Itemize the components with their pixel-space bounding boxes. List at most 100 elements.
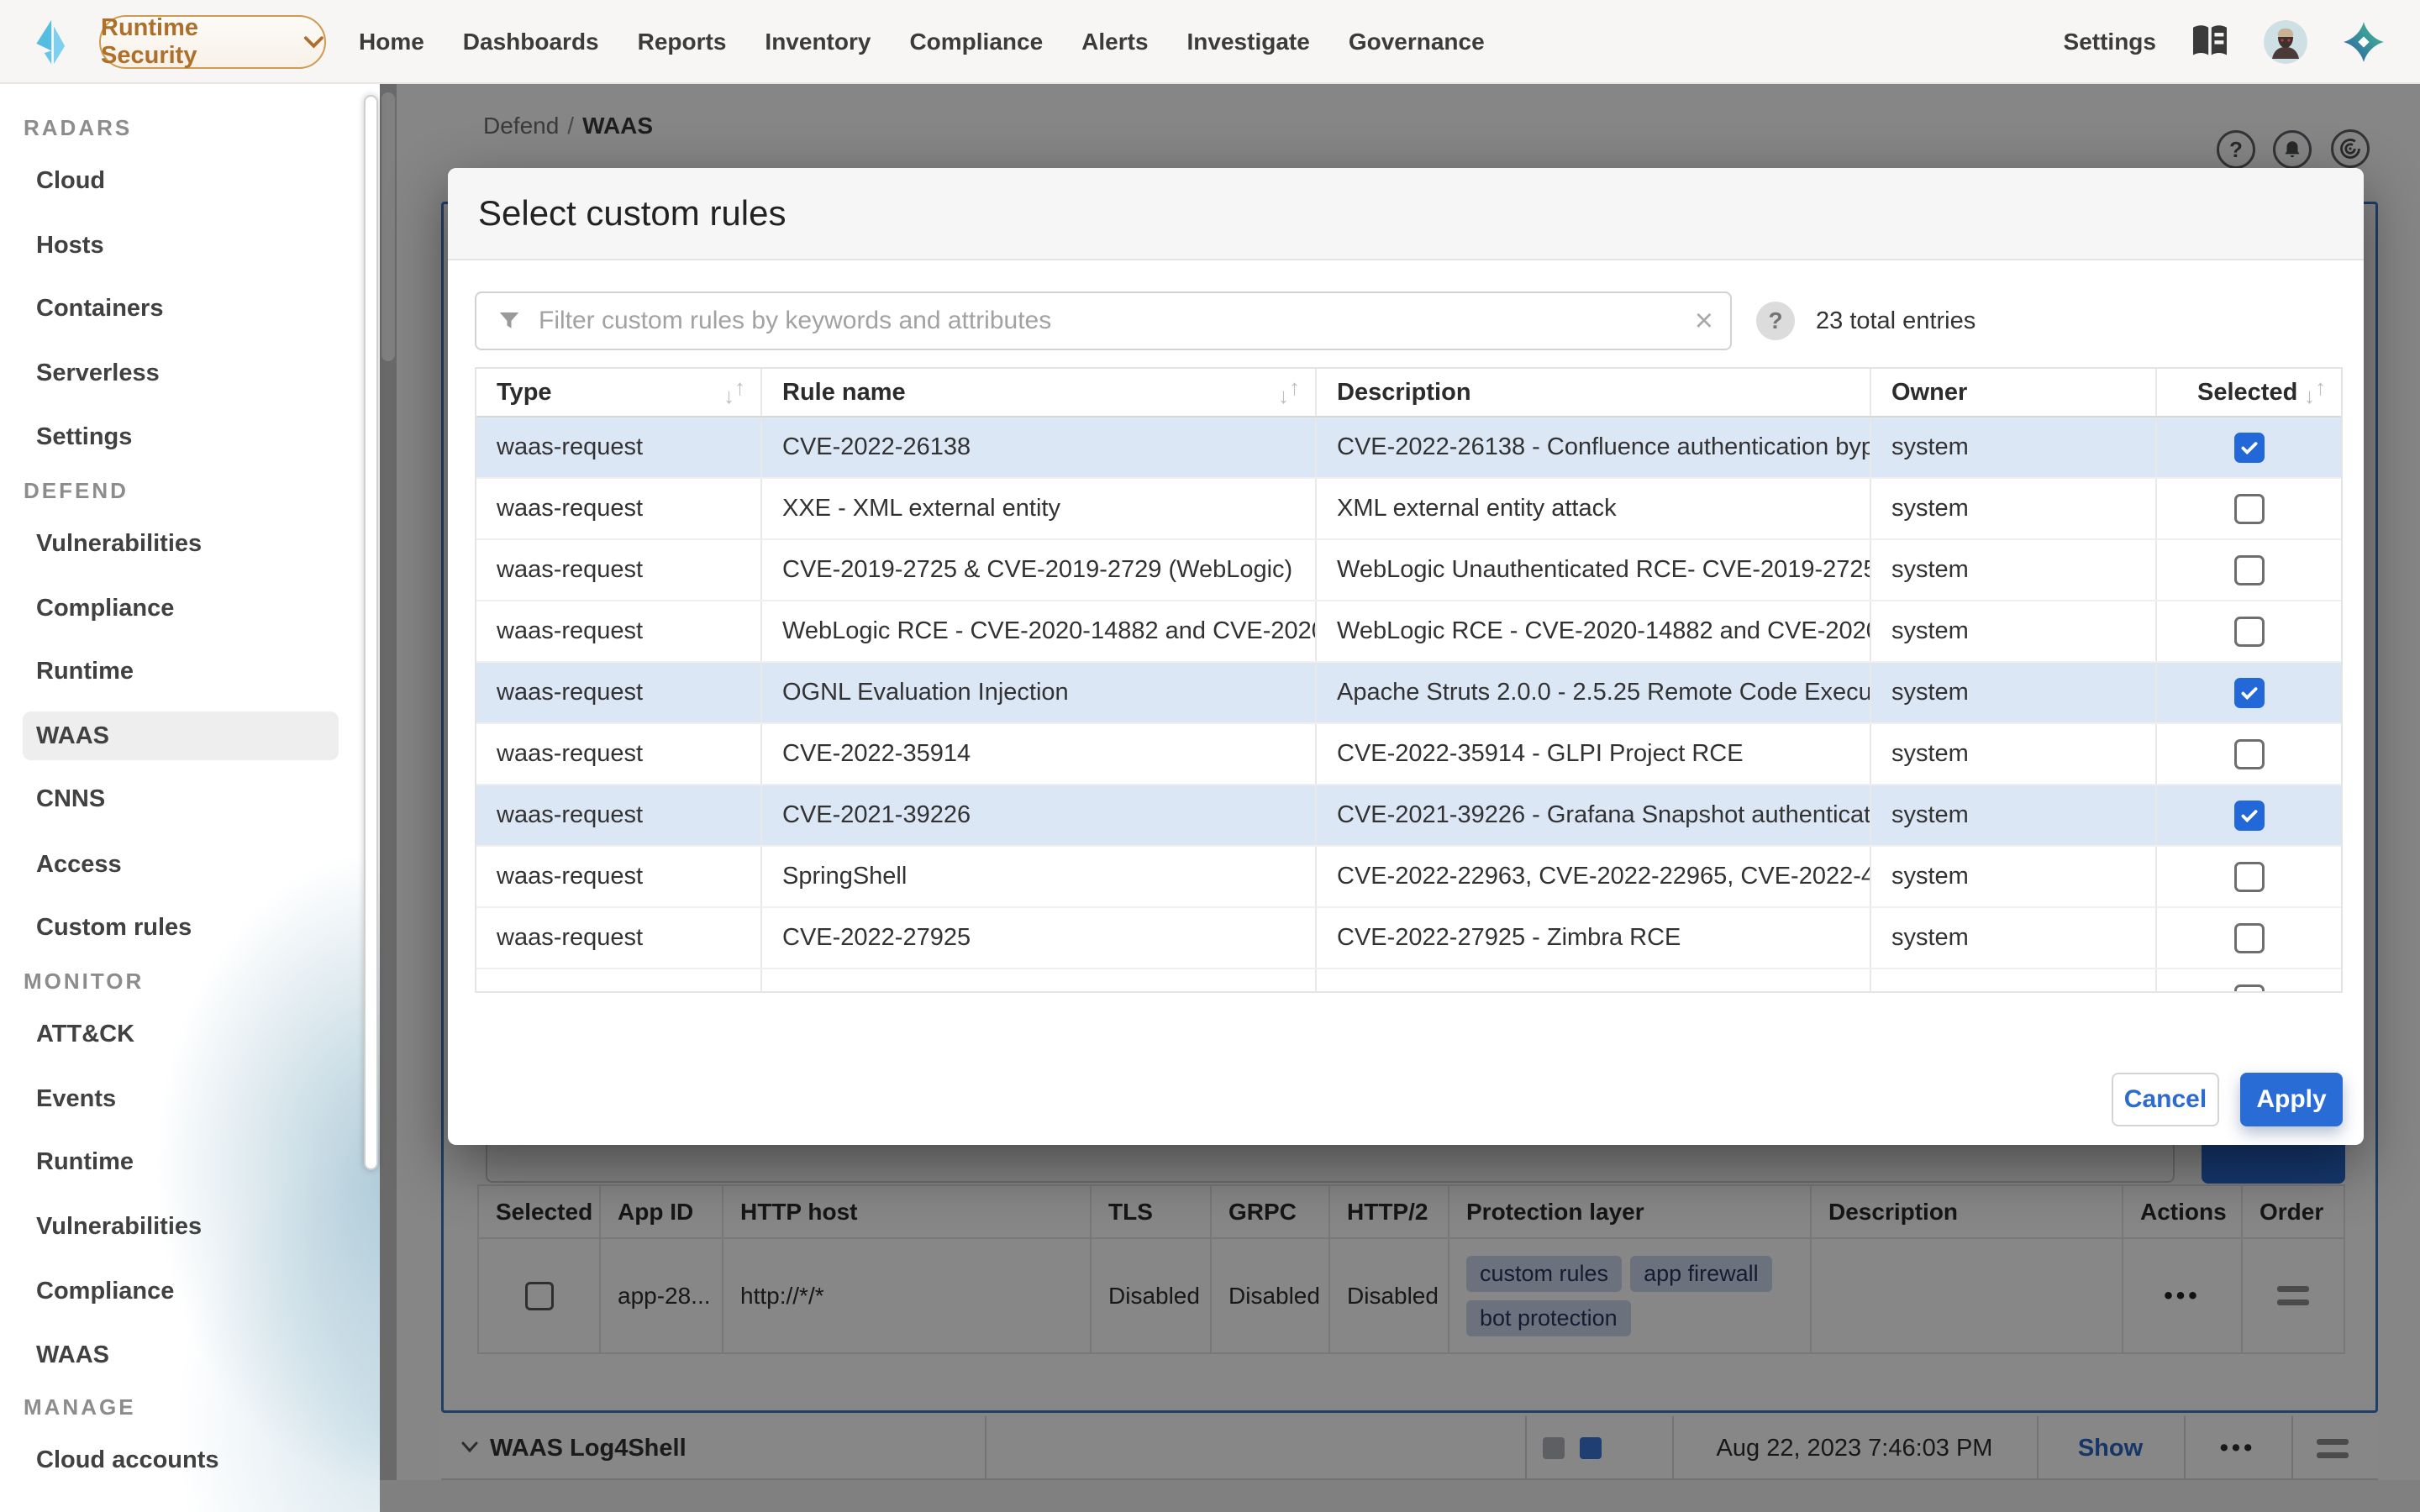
- nav-alerts[interactable]: Alerts: [1081, 29, 1148, 55]
- collapsed-row-drag-handle-icon[interactable]: [2317, 1439, 2349, 1458]
- apps-col-http2[interactable]: HTTP/2: [1330, 1186, 1449, 1237]
- rule-checkbox-checked[interactable]: [2234, 433, 2265, 463]
- sidebar-item-access[interactable]: Access: [36, 840, 122, 889]
- apps-col-http-host[interactable]: HTTP host: [723, 1186, 1092, 1237]
- rule-checkbox-unchecked[interactable]: [2234, 923, 2265, 953]
- sidebar-item-containers[interactable]: Containers: [36, 284, 163, 333]
- app-row-checkbox[interactable]: [525, 1282, 554, 1310]
- rules-filter-input[interactable]: [539, 307, 1678, 335]
- rule-checkbox-unchecked[interactable]: [2234, 555, 2265, 585]
- apps-col-selected[interactable]: Selected: [479, 1186, 601, 1237]
- apps-col-tls[interactable]: TLS: [1092, 1186, 1212, 1237]
- rule-checkbox-unchecked[interactable]: [2234, 984, 2265, 994]
- sidebar-item-cloud[interactable]: Cloud: [36, 156, 105, 205]
- rule-owner: system: [1871, 601, 2157, 661]
- nav-reports[interactable]: Reports: [638, 29, 727, 55]
- chip-app-firewall: app firewall: [1630, 1256, 1772, 1292]
- settings-link[interactable]: Settings: [2064, 29, 2156, 55]
- rules-filter-field[interactable]: ×: [475, 291, 1732, 350]
- sidebar-item-cnns[interactable]: CNNS: [36, 774, 105, 823]
- chip-bot-protection: bot protection: [1466, 1300, 1631, 1336]
- user-avatar[interactable]: [2264, 20, 2307, 64]
- content-scrollbar-track[interactable]: [380, 84, 397, 1512]
- sidebar-item-waas-active[interactable]: WAAS: [23, 711, 339, 760]
- rule-row[interactable]: waas-request CVE-2022-26138 CVE-2022-261…: [476, 417, 2341, 479]
- sort-icon[interactable]: ↓↑: [2304, 380, 2326, 406]
- col-rule-name[interactable]: Rule name ↓↑: [762, 369, 1317, 416]
- nav-inventory[interactable]: Inventory: [765, 29, 871, 55]
- sidebar-section-defend: DEFEND: [24, 474, 129, 507]
- sidebar-item-monitor-compliance[interactable]: Compliance: [36, 1267, 174, 1315]
- sort-icon[interactable]: ↓↑: [1278, 380, 1300, 406]
- rule-row[interactable]: waas-request WebLogic RCE - CVE-2020-148…: [476, 601, 2341, 663]
- row-drag-handle-icon[interactable]: [2277, 1286, 2309, 1305]
- rule-row[interactable]: waas-request OGNL Evaluation Injection A…: [476, 663, 2341, 724]
- sidebar-item-runtime[interactable]: Runtime: [36, 647, 134, 696]
- rule-row[interactable]: waas-request CVE-2022-27925 CVE-2022-279…: [476, 908, 2341, 969]
- sidebar-scrollbar-thumb[interactable]: [364, 95, 378, 1170]
- sidebar-item-serverless[interactable]: Serverless: [36, 349, 160, 397]
- sidebar-item-compliance[interactable]: Compliance: [36, 584, 174, 633]
- prisma-cloud-logo-icon[interactable]: [2343, 21, 2385, 63]
- apps-col-actions: Actions: [2123, 1186, 2243, 1237]
- rule-row[interactable]: waas-request CVE-2021-39226 CVE-2021-392…: [476, 785, 2341, 847]
- sidebar-item-monitor-waas[interactable]: WAAS: [36, 1331, 109, 1379]
- sidebar-item-settings[interactable]: Settings: [36, 412, 132, 461]
- rule-row-partial[interactable]: [476, 969, 2341, 993]
- apps-col-protection-layer[interactable]: Protection layer: [1449, 1186, 1812, 1237]
- sidebar-item-hosts[interactable]: Hosts: [36, 221, 104, 270]
- apps-col-description[interactable]: Description: [1812, 1186, 2123, 1237]
- sidebar-item-events[interactable]: Events: [36, 1074, 116, 1123]
- clear-filter-icon[interactable]: ×: [1678, 303, 1730, 339]
- row-actions-menu-icon[interactable]: •••: [2164, 1282, 2201, 1310]
- chip-custom-rules: custom rules: [1466, 1256, 1622, 1292]
- tls-cell: Disabled: [1092, 1239, 1212, 1352]
- radar-target-icon[interactable]: [2331, 129, 2370, 168]
- sort-icon[interactable]: ↓↑: [723, 380, 745, 406]
- apps-col-app-id[interactable]: App ID: [601, 1186, 723, 1237]
- nav-governance[interactable]: Governance: [1349, 29, 1485, 55]
- expand-chevron-icon[interactable]: [460, 1440, 480, 1455]
- sidebar-item-vulnerabilities[interactable]: Vulnerabilities: [36, 519, 202, 568]
- col-description[interactable]: Description: [1317, 369, 1871, 416]
- sidebar-item-monitor-vulnerabilities[interactable]: Vulnerabilities: [36, 1202, 202, 1251]
- sidebar-item-custom-rules[interactable]: Custom rules: [36, 903, 192, 952]
- filter-help-icon[interactable]: ?: [1756, 302, 1795, 340]
- rule-checkbox-unchecked[interactable]: [2234, 862, 2265, 892]
- apply-button[interactable]: Apply: [2240, 1073, 2343, 1126]
- col-owner[interactable]: Owner: [1871, 369, 2157, 416]
- rule-checkbox-unchecked[interactable]: [2234, 739, 2265, 769]
- apps-filter-input[interactable]: [486, 1141, 2175, 1183]
- rule-row[interactable]: waas-request CVE-2022-35914 CVE-2022-359…: [476, 724, 2341, 785]
- nav-investigate[interactable]: Investigate: [1187, 29, 1310, 55]
- documentation-book-icon[interactable]: [2191, 25, 2228, 59]
- rule-checkbox-checked[interactable]: [2234, 801, 2265, 831]
- app-description-cell: [1812, 1239, 2123, 1352]
- col-selected[interactable]: Selected ↓↑: [2157, 369, 2341, 416]
- sidebar-item-monitor-runtime[interactable]: Runtime: [36, 1137, 134, 1186]
- sidebar-item-cloud-accounts[interactable]: Cloud accounts: [36, 1436, 219, 1484]
- nav-compliance[interactable]: Compliance: [909, 29, 1043, 55]
- rule-row[interactable]: waas-request XXE - XML external entity X…: [476, 479, 2341, 540]
- nav-dashboards[interactable]: Dashboards: [463, 29, 599, 55]
- rule-checkbox-unchecked[interactable]: [2234, 494, 2265, 524]
- rule-modified-date: Aug 22, 2023 7:46:03 PM: [1672, 1416, 2037, 1480]
- product-switcher[interactable]: Runtime Security: [99, 15, 326, 69]
- nav-home[interactable]: Home: [359, 29, 424, 55]
- collapsed-row-actions-icon[interactable]: •••: [2184, 1416, 2291, 1480]
- rule-checkbox-checked[interactable]: [2234, 678, 2265, 708]
- help-icon[interactable]: ?: [2217, 130, 2255, 169]
- collapsed-rule-row[interactable]: WAAS Log4Shell Aug 22, 2023 7:46:03 PM S…: [441, 1416, 2378, 1480]
- show-link[interactable]: Show: [2037, 1416, 2184, 1480]
- rule-row[interactable]: waas-request SpringShell CVE-2022-22963,…: [476, 847, 2341, 908]
- rule-row[interactable]: waas-request CVE-2019-2725 & CVE-2019-27…: [476, 540, 2341, 601]
- col-type[interactable]: Type ↓↑: [476, 369, 762, 416]
- cancel-button[interactable]: Cancel: [2112, 1073, 2219, 1126]
- sidebar-item-attack[interactable]: ATT&CK: [36, 1010, 134, 1058]
- content-scrollbar-thumb[interactable]: [381, 92, 395, 361]
- apps-col-grpc[interactable]: GRPC: [1212, 1186, 1330, 1237]
- breadcrumb-parent[interactable]: Defend: [483, 113, 559, 139]
- rule-checkbox-unchecked[interactable]: [2234, 617, 2265, 647]
- custom-rules-table: Type ↓↑ Rule name ↓↑ Description Owner S…: [475, 367, 2343, 993]
- notifications-bell-icon[interactable]: [2273, 130, 2312, 169]
